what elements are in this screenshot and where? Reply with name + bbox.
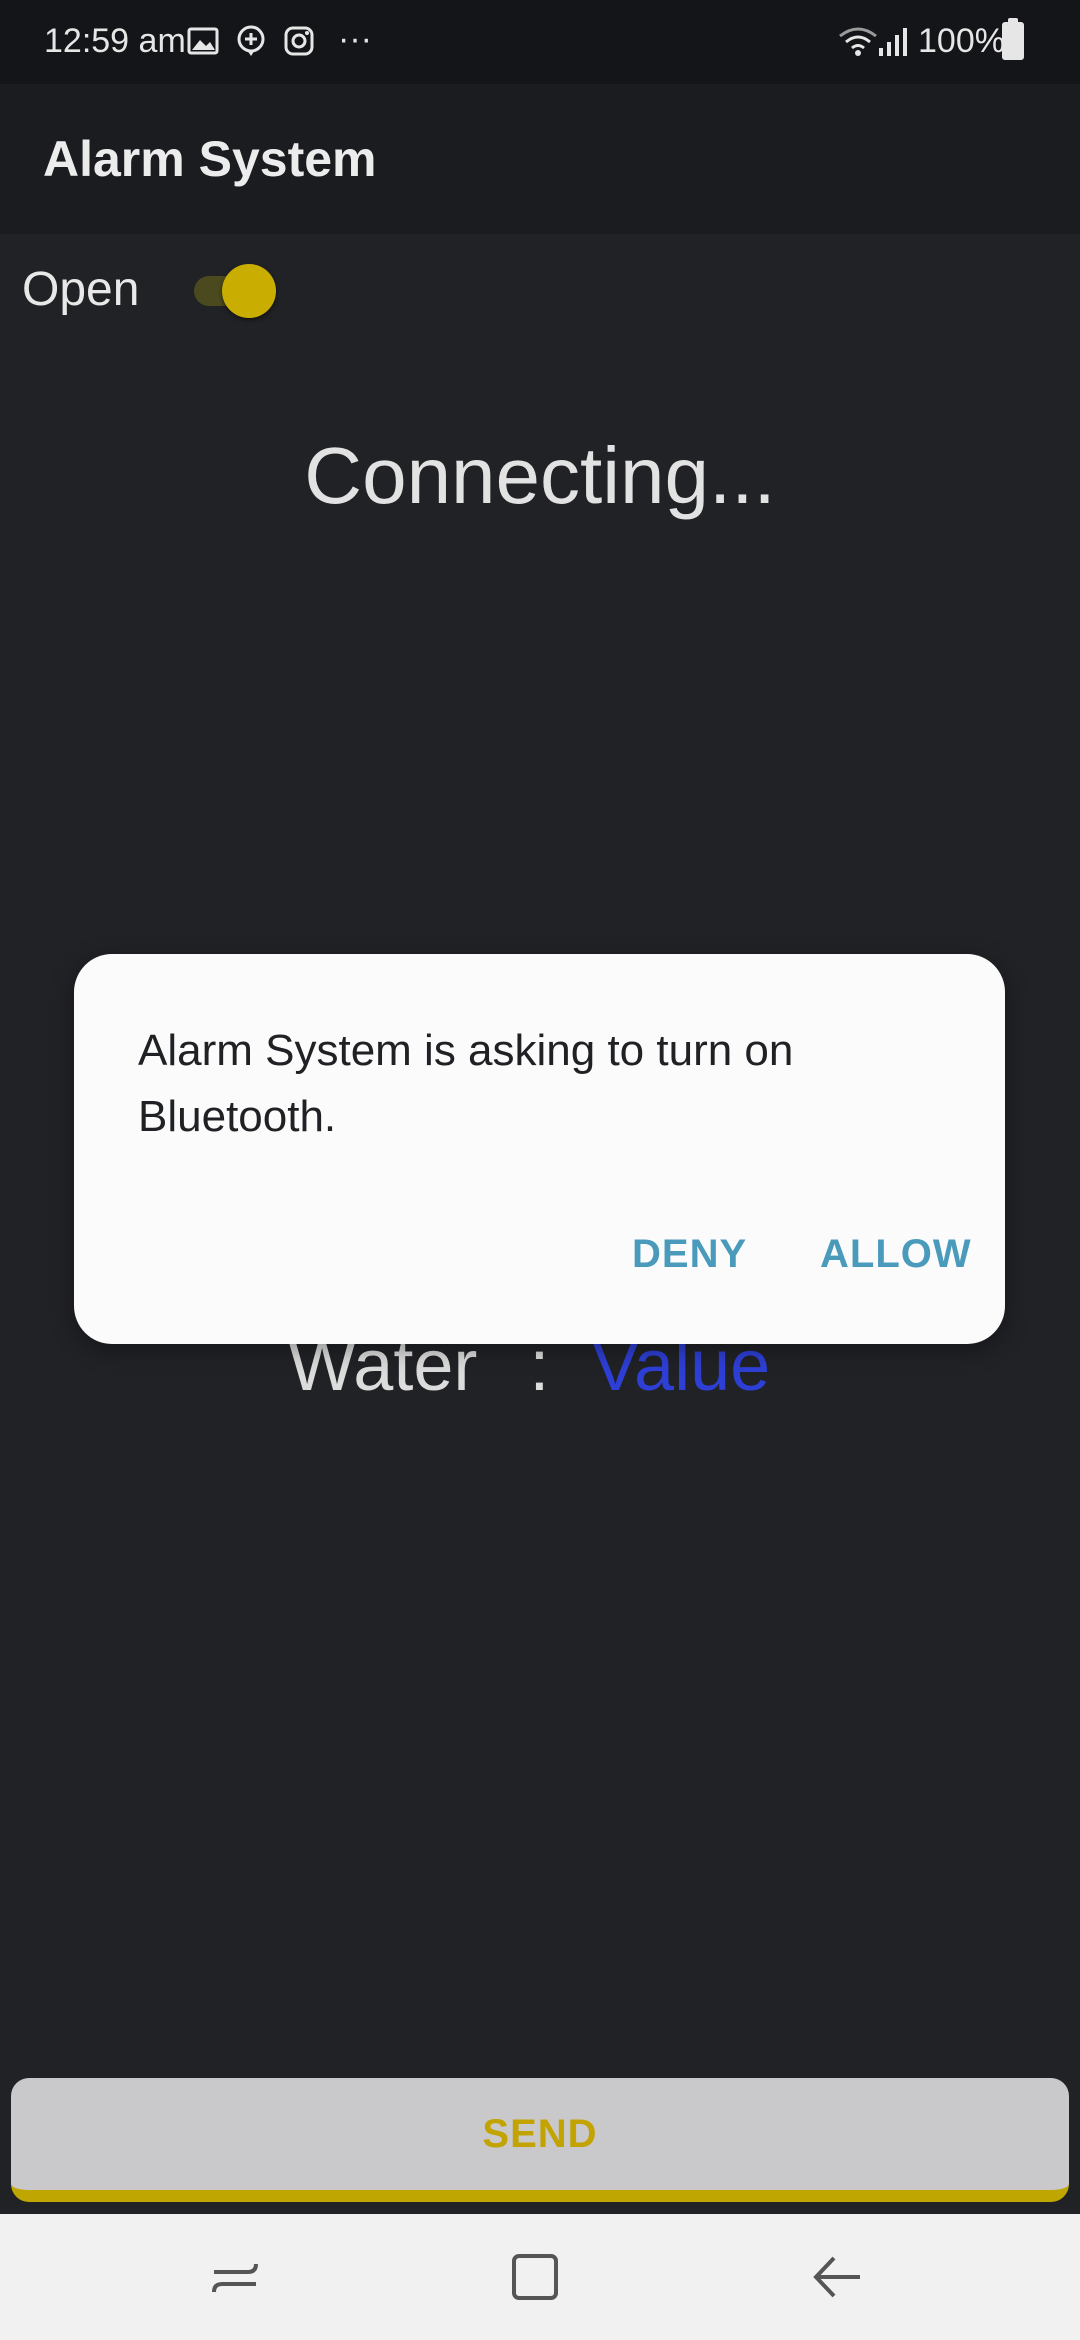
bluetooth-permission-dialog: Alarm System is asking to turn on Blueto… <box>74 954 1005 1344</box>
navigation-bar <box>0 2214 1080 2340</box>
allow-button[interactable]: ALLOW <box>820 1232 972 1277</box>
dialog-message: Alarm System is asking to turn on Blueto… <box>138 1026 794 1141</box>
deny-button[interactable]: DENY <box>632 1232 747 1277</box>
back-icon[interactable] <box>802 2242 872 2312</box>
recents-icon[interactable] <box>200 2242 270 2312</box>
home-icon[interactable] <box>500 2242 570 2312</box>
